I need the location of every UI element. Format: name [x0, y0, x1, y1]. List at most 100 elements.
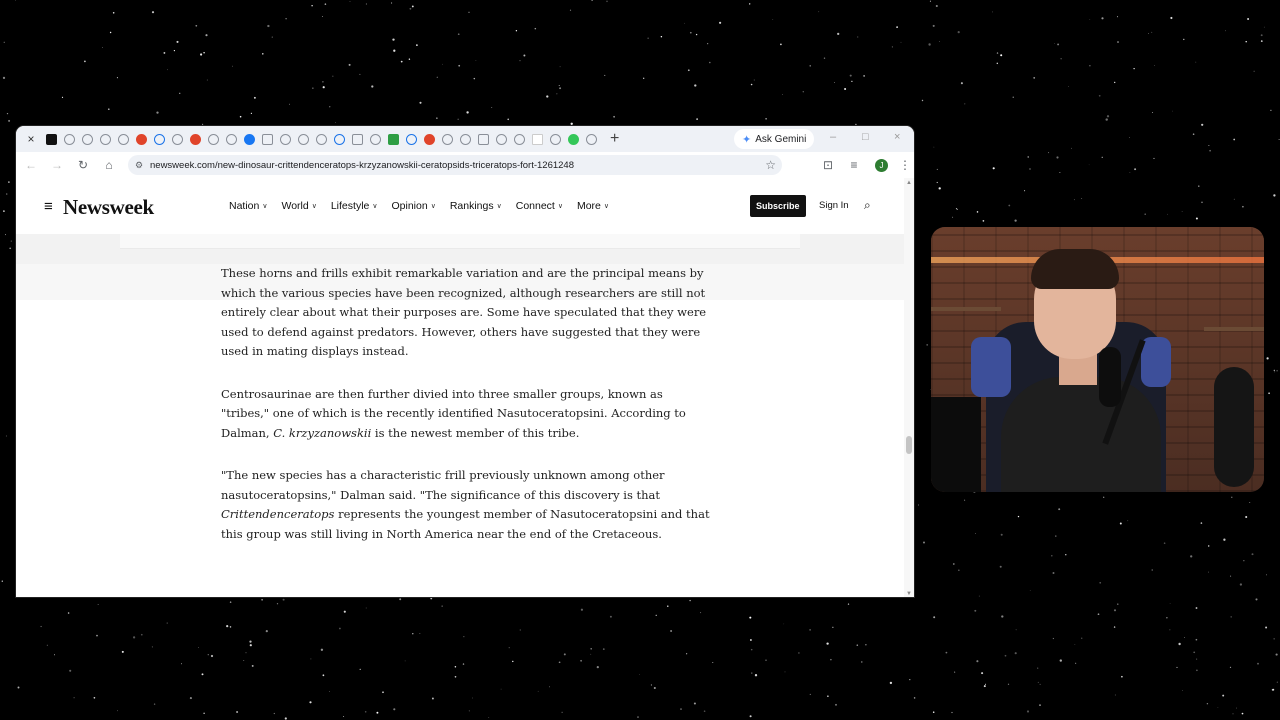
- back-icon[interactable]: ←: [18, 158, 44, 172]
- star-dot: [1273, 369, 1275, 371]
- star-dot: [1195, 607, 1198, 609]
- scroll-up-arrow-icon[interactable]: ▲: [906, 180, 912, 186]
- hamburger-menu-icon[interactable]: ≡: [44, 198, 53, 215]
- close-window-button[interactable]: ×: [894, 131, 900, 143]
- star-dot: [468, 11, 470, 13]
- tab-spreadsheet-icon[interactable]: [387, 133, 399, 145]
- tab-globe-icon[interactable]: [117, 133, 129, 145]
- scroll-thumb[interactable]: [906, 436, 912, 454]
- star-dot: [436, 76, 438, 78]
- tab-globe-icon[interactable]: [207, 133, 219, 145]
- star-dot: [1208, 145, 1210, 147]
- reading-list-icon[interactable]: ≡: [841, 158, 867, 172]
- star-dot: [101, 47, 103, 49]
- star-dot: [107, 108, 110, 111]
- star-dot: [700, 612, 702, 614]
- active-tab-close-icon[interactable]: ×: [24, 132, 38, 146]
- tab-blank-icon[interactable]: [531, 133, 543, 145]
- star-dot: [109, 31, 112, 34]
- star-dot: [849, 74, 852, 77]
- forward-icon[interactable]: →: [44, 158, 70, 172]
- tab-globe-icon[interactable]: [549, 133, 561, 145]
- star-dot: [1193, 651, 1196, 654]
- tab-co-icon[interactable]: [351, 133, 363, 145]
- tab-globe-icon[interactable]: [459, 133, 471, 145]
- star-dot: [1017, 515, 1020, 518]
- minimize-button[interactable]: –: [830, 131, 836, 143]
- tab-globe-icon[interactable]: [585, 133, 597, 145]
- star-dot: [896, 26, 898, 28]
- star-dot: [1232, 713, 1234, 715]
- nav-item-world[interactable]: World ∨: [281, 200, 316, 212]
- tab-reddit-icon[interactable]: [135, 133, 147, 145]
- nav-item-nation[interactable]: Nation ∨: [229, 200, 267, 212]
- newsweek-logo[interactable]: Newsweek: [63, 195, 154, 220]
- reload-icon[interactable]: ↻: [70, 158, 96, 172]
- new-tab-button[interactable]: +: [610, 130, 619, 148]
- tab-site-icon[interactable]: [261, 133, 273, 145]
- nav-item-connect[interactable]: Connect ∨: [516, 200, 563, 212]
- maximize-button[interactable]: □: [862, 131, 869, 143]
- bookmark-star-icon[interactable]: ☆: [765, 158, 776, 172]
- star-dot: [749, 639, 752, 641]
- tab-globe-icon[interactable]: [99, 133, 111, 145]
- star-dot: [419, 101, 422, 104]
- star-dot: [3, 41, 5, 43]
- star-dot: [382, 691, 384, 694]
- tab-site-icon[interactable]: [567, 133, 579, 145]
- ask-gemini-button[interactable]: ✦ Ask Gemini: [734, 129, 815, 149]
- star-dot: [245, 652, 247, 654]
- star-dot: [343, 716, 345, 717]
- page-scrollbar[interactable]: ▲ ▼: [904, 178, 914, 597]
- tab-globe-icon[interactable]: [333, 133, 345, 145]
- tab-facebook-icon[interactable]: [243, 133, 255, 145]
- star-dot: [660, 35, 663, 38]
- star-dot: [1230, 575, 1232, 577]
- star-dot: [132, 636, 136, 639]
- tab-globe-icon[interactable]: [279, 133, 291, 145]
- tab-reddit-icon[interactable]: [423, 133, 435, 145]
- tab-x-icon[interactable]: [45, 133, 57, 145]
- nav-item-lifestyle[interactable]: Lifestyle ∨: [331, 200, 378, 212]
- star-dot: [750, 648, 753, 651]
- menu-kebab-icon[interactable]: ⋮: [896, 158, 914, 172]
- home-icon[interactable]: ⌂: [96, 158, 122, 172]
- star-dot: [856, 644, 859, 646]
- tab-globe-icon[interactable]: [495, 133, 507, 145]
- star-dot: [1198, 185, 1200, 187]
- sign-in-link[interactable]: Sign In: [819, 200, 849, 211]
- subscribe-button[interactable]: Subscribe: [750, 195, 806, 217]
- profile-avatar[interactable]: J: [875, 158, 888, 172]
- microphone: [1099, 347, 1121, 407]
- tab-globe-icon[interactable]: [63, 133, 75, 145]
- site-info-icon[interactable]: ⚙: [128, 160, 150, 171]
- tab-globe-icon[interactable]: [315, 133, 327, 145]
- star-dot: [923, 541, 925, 544]
- tab-globe-icon[interactable]: [441, 133, 453, 145]
- lens-search-icon[interactable]: ⊡: [815, 158, 841, 172]
- nav-item-more[interactable]: More ∨: [577, 200, 609, 212]
- tab-globe-icon[interactable]: [225, 133, 237, 145]
- scroll-down-arrow-icon[interactable]: ▼: [906, 591, 912, 597]
- tab-globe-icon[interactable]: [81, 133, 93, 145]
- search-icon[interactable]: ⌕: [864, 198, 871, 213]
- tab-globe-icon[interactable]: [369, 133, 381, 145]
- tab-wordpress-icon[interactable]: [405, 133, 417, 145]
- star-dot: [96, 634, 98, 637]
- star-dot: [559, 66, 561, 68]
- star-dot: [686, 653, 688, 655]
- star-dot: [1121, 675, 1123, 678]
- star-dot: [3, 210, 5, 213]
- tab-globe-icon[interactable]: [171, 133, 183, 145]
- star-dot: [1015, 629, 1017, 631]
- star-dot: [1129, 137, 1131, 138]
- tab-globe-icon[interactable]: [297, 133, 309, 145]
- tab-site-icon[interactable]: [477, 133, 489, 145]
- tab-globe-icon[interactable]: [153, 133, 165, 145]
- tab-fork-icon[interactable]: [189, 133, 201, 145]
- nav-item-opinion[interactable]: Opinion ∨: [392, 200, 436, 212]
- nav-item-rankings[interactable]: Rankings ∨: [450, 200, 502, 212]
- tab-globe-icon[interactable]: [513, 133, 525, 145]
- star-dot: [15, 0, 16, 1]
- address-bar[interactable]: ⚙ newsweek.com/new-dinosaur-crittendence…: [128, 155, 782, 175]
